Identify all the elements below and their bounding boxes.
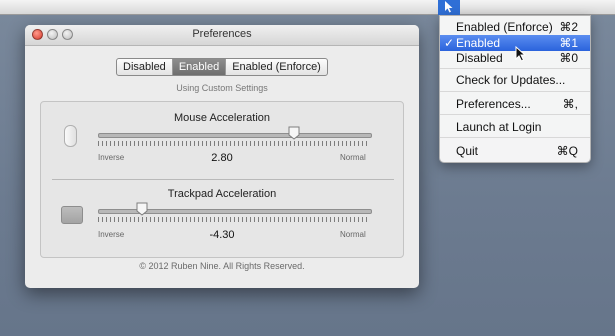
menu-item-label: Launch at Login <box>456 120 542 134</box>
app-status-icon[interactable] <box>438 0 460 15</box>
settings-status-text: Using Custom Settings <box>176 83 268 93</box>
menu-item-launch-login[interactable]: Launch at Login <box>440 119 590 135</box>
mode-enabled-segment[interactable]: Enabled <box>172 59 227 75</box>
menu-item-label: Enabled (Enforce) <box>456 20 553 34</box>
mouse-slider-ticks <box>98 141 370 146</box>
trackpad-max-label: Normal <box>340 230 366 239</box>
menu-item-label: Check for Updates... <box>456 73 566 87</box>
mode-disabled-segment[interactable]: Disabled <box>117 59 173 75</box>
section-divider <box>52 179 394 180</box>
menu-item-shortcut: ⌘Q <box>556 144 578 158</box>
trackpad-slider-ticks <box>98 217 370 222</box>
mouse-max-label: Normal <box>340 153 366 162</box>
mode-segmented-control: Disabled Enabled Enabled (Enforce) <box>116 58 328 76</box>
menu-item-shortcut: ⌘0 <box>559 51 578 65</box>
checkmark-icon: ✓ <box>444 36 455 50</box>
menu-item-preferences[interactable]: Preferences... ⌘, <box>440 96 590 112</box>
menu-item-label: Preferences... <box>456 97 531 111</box>
mode-enforce-segment[interactable]: Enabled (Enforce) <box>226 59 327 75</box>
acceleration-group: Mouse Acceleration Inverse 2.80 Normal T… <box>40 101 404 258</box>
trackpad-icon <box>61 206 83 224</box>
status-menu: Enabled (Enforce) ⌘2 ✓ Enabled ⌘1 Disabl… <box>439 15 591 163</box>
preferences-window: Preferences Disabled Enabled Enabled (En… <box>25 25 419 288</box>
menu-item-label: Quit <box>456 144 479 158</box>
menu-item-shortcut: ⌘1 <box>559 36 578 50</box>
menu-item-label: Disabled <box>456 51 503 65</box>
trackpad-slider-knob[interactable] <box>136 202 148 216</box>
title-bar[interactable]: Preferences <box>25 25 419 46</box>
menu-separator <box>440 114 590 115</box>
trackpad-section-title: Trackpad Acceleration <box>167 188 277 200</box>
menu-item-quit[interactable]: Quit ⌘Q <box>440 143 590 159</box>
menu-separator <box>440 91 590 92</box>
menu-separator <box>440 68 590 69</box>
mouse-section-title: Mouse Acceleration <box>174 112 270 124</box>
mouse-slider-knob[interactable] <box>288 126 300 140</box>
cursor-arrow-icon <box>445 1 453 13</box>
menu-item-shortcut: ⌘, <box>562 97 578 111</box>
mouse-slider-track[interactable] <box>98 133 372 138</box>
window-title: Preferences <box>192 28 252 40</box>
menu-bar <box>0 0 615 15</box>
menu-item-label: Enabled <box>456 36 501 50</box>
menu-item-enabled-enforce[interactable]: Enabled (Enforce) ⌘2 <box>440 19 590 35</box>
menu-item-shortcut: ⌘2 <box>559 20 578 34</box>
menu-item-check-updates[interactable]: Check for Updates... <box>440 72 590 88</box>
menu-separator <box>440 137 590 138</box>
mouse-icon <box>64 125 77 147</box>
mouse-pointer-icon <box>515 46 527 62</box>
copyright-footer: © 2012 Ruben Nine. All Rights Reserved. <box>139 261 305 271</box>
